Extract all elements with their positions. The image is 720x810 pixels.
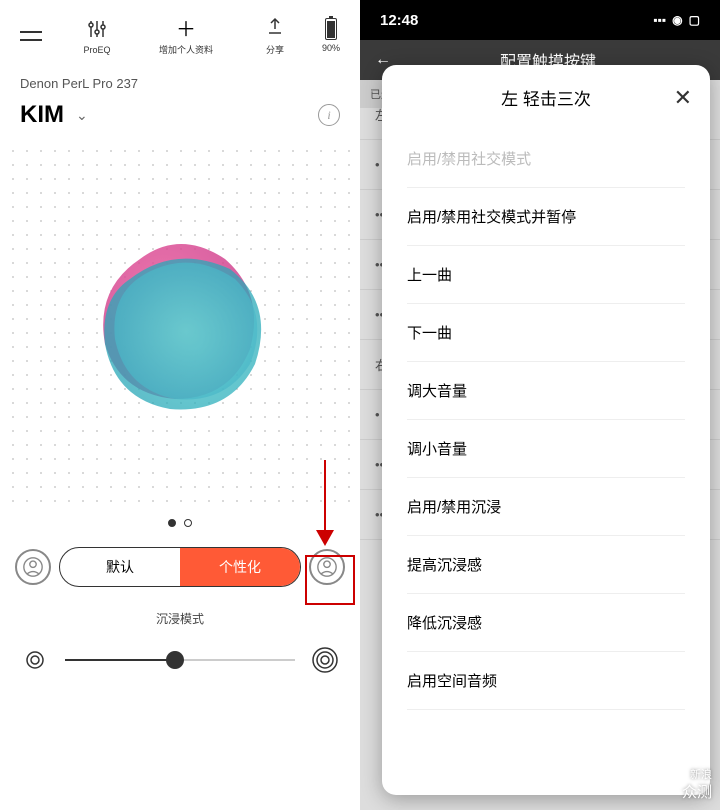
- modal-header: 左 轻击三次 ✕: [382, 65, 710, 130]
- profile-row: KIM ⌄ i: [0, 96, 360, 134]
- modal-title: 左 轻击三次: [501, 85, 591, 110]
- page-dot[interactable]: [184, 519, 192, 527]
- option-next-track[interactable]: 下一曲: [407, 304, 685, 362]
- profile-name[interactable]: KIM: [20, 101, 64, 129]
- sliders-icon: [88, 17, 106, 41]
- blob-graphic: [70, 214, 290, 434]
- mode-segmented: 默认 个性化: [59, 547, 301, 587]
- option-social-pause[interactable]: 启用/禁用社交模式并暂停: [407, 188, 685, 246]
- add-profile-button[interactable]: ＋ 增加个人资料: [144, 15, 228, 56]
- option-social-mode[interactable]: 启用/禁用社交模式: [407, 130, 685, 188]
- status-icons: ▪▪▪ ◉ ▢: [653, 13, 700, 27]
- app-main-panel: ProEQ ＋ 增加个人资料 分享 90% Denon PerL Pro 237…: [0, 0, 360, 810]
- info-icon[interactable]: i: [318, 104, 340, 126]
- share-button[interactable]: 分享: [233, 15, 317, 56]
- annotation-highlight: [305, 555, 355, 605]
- option-spatial-audio[interactable]: 启用空间音频: [407, 652, 685, 710]
- option-vol-up[interactable]: 调大音量: [407, 362, 685, 420]
- modal-list: 启用/禁用社交模式 启用/禁用社交模式并暂停 上一曲 下一曲 调大音量 调小音量…: [382, 130, 710, 710]
- option-vol-down[interactable]: 调小音量: [407, 420, 685, 478]
- top-bar: ProEQ ＋ 增加个人资料 分享 90%: [0, 0, 360, 71]
- status-bar: 12:48 ▪▪▪ ◉ ▢: [360, 0, 720, 40]
- annotation-arrow: [315, 460, 335, 550]
- option-immersion-down[interactable]: 降低沉浸感: [407, 594, 685, 652]
- page-indicator[interactable]: [0, 514, 360, 532]
- sound-visualization[interactable]: [0, 144, 360, 504]
- immersion-low-icon: [20, 645, 50, 675]
- signal-icon: ▪▪▪: [653, 13, 666, 27]
- page-dot[interactable]: [168, 519, 176, 527]
- battery-indicator: 90%: [322, 18, 340, 53]
- chevron-down-icon[interactable]: ⌄: [76, 107, 88, 124]
- share-icon: [267, 15, 283, 39]
- menu-icon[interactable]: [20, 31, 50, 41]
- action-modal: 左 轻击三次 ✕ 启用/禁用社交模式 启用/禁用社交模式并暂停 上一曲 下一曲 …: [382, 65, 710, 795]
- battery-icon: [325, 18, 337, 40]
- plus-icon: ＋: [176, 15, 196, 39]
- option-prev-track[interactable]: 上一曲: [407, 246, 685, 304]
- mode-personal[interactable]: 个性化: [180, 548, 300, 586]
- immersion-slider-row: [0, 635, 360, 685]
- device-name: Denon PerL Pro 237: [0, 71, 360, 96]
- battery-status-icon: ▢: [689, 13, 700, 27]
- option-immersion-up[interactable]: 提高沉浸感: [407, 536, 685, 594]
- immersion-label: 沉浸模式: [0, 602, 360, 635]
- proeq-button[interactable]: ProEQ: [55, 17, 139, 55]
- close-icon[interactable]: ✕: [674, 85, 692, 111]
- immersion-high-icon: [310, 645, 340, 675]
- wifi-icon: ◉: [672, 13, 682, 27]
- mode-default[interactable]: 默认: [60, 548, 180, 586]
- status-time: 12:48: [380, 12, 418, 29]
- settings-panel: 12:48 ▪▪▪ ◉ ▢ ← 配置触摸按键 已连 左键 •› ••› •••›…: [360, 0, 720, 810]
- profile-left-icon[interactable]: [15, 549, 51, 585]
- watermark: 新浪 众测: [682, 768, 712, 802]
- option-immersion-toggle[interactable]: 启用/禁用沉浸: [407, 478, 685, 536]
- immersion-slider[interactable]: [65, 659, 295, 661]
